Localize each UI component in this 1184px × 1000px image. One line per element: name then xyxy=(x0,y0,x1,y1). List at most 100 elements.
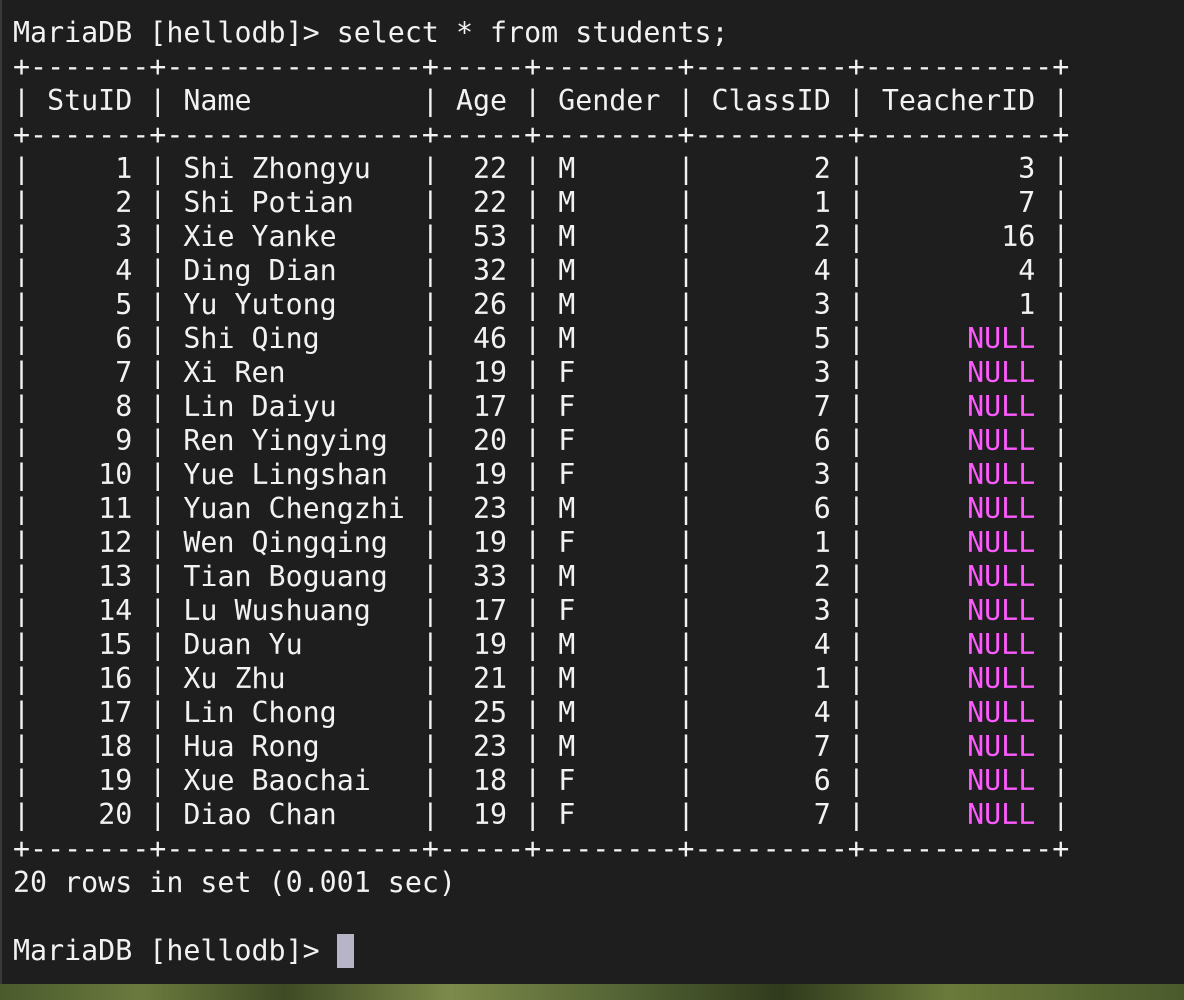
cell-teacherid: NULL xyxy=(967,696,1036,729)
cell-age: 21 xyxy=(473,662,508,695)
cell-teacherid: NULL xyxy=(967,764,1036,797)
cell-stuid: 1 xyxy=(115,152,133,185)
cell-stuid: 7 xyxy=(115,356,133,389)
table-border-header: +-------+---------------+-----+--------+… xyxy=(13,118,1070,151)
cell-age: 22 xyxy=(473,152,508,185)
cell-gender: F xyxy=(558,356,576,389)
cell-classid: 1 xyxy=(813,526,831,559)
cell-stuid: 14 xyxy=(98,594,133,627)
cell-teacherid: NULL xyxy=(967,662,1036,695)
cell-classid: 3 xyxy=(813,594,831,627)
cell-gender: M xyxy=(558,730,576,763)
cell-teacherid: NULL xyxy=(967,390,1036,423)
cell-gender: F xyxy=(558,526,576,559)
text-cursor xyxy=(336,934,354,968)
cell-gender: M xyxy=(558,560,576,593)
cell-gender: M xyxy=(558,152,576,185)
cell-age: 20 xyxy=(473,424,508,457)
table-row: | 7 | Xi Ren | 19 | F | 3 | NULL | xyxy=(13,356,1070,389)
cell-age: 53 xyxy=(473,220,508,253)
table-header: | StuID | Name | Age | Gender | ClassID … xyxy=(13,84,1070,117)
cell-gender: F xyxy=(558,390,576,423)
cell-classid: 3 xyxy=(813,356,831,389)
cell-teacherid: 7 xyxy=(1018,186,1036,219)
cell-name: Lu Wushuang xyxy=(183,594,371,627)
cell-name: Xie Yanke xyxy=(183,220,337,253)
cell-stuid: 8 xyxy=(115,390,133,423)
cell-name: Xu Zhu xyxy=(183,662,286,695)
cell-teacherid: 3 xyxy=(1018,152,1036,185)
cell-name: Yu Yutong xyxy=(183,288,337,321)
table-row: | 3 | Xie Yanke | 53 | M | 2 | 16 | xyxy=(13,220,1070,253)
table-row: | 9 | Ren Yingying | 20 | F | 6 | NULL | xyxy=(13,424,1070,457)
cell-stuid: 4 xyxy=(115,254,133,287)
cell-age: 19 xyxy=(473,458,508,491)
cell-stuid: 11 xyxy=(98,492,133,525)
cell-stuid: 18 xyxy=(98,730,133,763)
cell-gender: M xyxy=(558,220,576,253)
cell-stuid: 15 xyxy=(98,628,133,661)
cell-classid: 4 xyxy=(813,696,831,729)
cell-gender: M xyxy=(558,492,576,525)
table-row: | 1 | Shi Zhongyu | 22 | M | 2 | 3 | xyxy=(13,152,1070,185)
cell-stuid: 3 xyxy=(115,220,133,253)
cell-stuid: 19 xyxy=(98,764,133,797)
cell-classid: 7 xyxy=(813,798,831,831)
table-row: | 4 | Ding Dian | 32 | M | 4 | 4 | xyxy=(13,254,1070,287)
table-row: | 5 | Yu Yutong | 26 | M | 3 | 1 | xyxy=(13,288,1070,321)
cell-name: Ding Dian xyxy=(183,254,337,287)
cell-gender: M xyxy=(558,322,576,355)
table-row: | 19 | Xue Baochai | 18 | F | 6 | NULL | xyxy=(13,764,1070,797)
cell-stuid: 17 xyxy=(98,696,133,729)
table-row: | 8 | Lin Daiyu | 17 | F | 7 | NULL | xyxy=(13,390,1070,423)
cell-stuid: 10 xyxy=(98,458,133,491)
cell-classid: 6 xyxy=(813,764,831,797)
table-row: | 18 | Hua Rong | 23 | M | 7 | NULL | xyxy=(13,730,1070,763)
cell-name: Lin Chong xyxy=(183,696,337,729)
cell-age: 19 xyxy=(473,628,508,661)
input-line[interactable]: MariaDB [hellodb]> xyxy=(13,934,354,968)
cell-name: Xue Baochai xyxy=(183,764,371,797)
cell-age: 32 xyxy=(473,254,508,287)
cell-name: Wen Qingqing xyxy=(183,526,388,559)
cell-classid: 4 xyxy=(813,628,831,661)
cell-teacherid: 16 xyxy=(1001,220,1036,253)
cell-gender: M xyxy=(558,696,576,729)
cell-gender: M xyxy=(558,662,576,695)
cell-stuid: 20 xyxy=(98,798,133,831)
cell-name: Duan Yu xyxy=(183,628,303,661)
cell-gender: F xyxy=(558,424,576,457)
cell-age: 23 xyxy=(473,730,508,763)
terminal-window[interactable]: MariaDB [hellodb]> select * from student… xyxy=(0,0,1184,984)
table-row: | 16 | Xu Zhu | 21 | M | 1 | NULL | xyxy=(13,662,1070,695)
command-text: select * from students; xyxy=(336,16,729,49)
cell-name: Xi Ren xyxy=(183,356,286,389)
cell-teacherid: NULL xyxy=(967,560,1036,593)
cell-stuid: 13 xyxy=(98,560,133,593)
cell-age: 46 xyxy=(473,322,508,355)
table-row: | 10 | Yue Lingshan | 19 | F | 3 | NULL … xyxy=(13,458,1070,491)
cell-age: 26 xyxy=(473,288,508,321)
cell-teacherid: NULL xyxy=(967,322,1036,355)
cell-stuid: 12 xyxy=(98,526,133,559)
cell-teacherid: NULL xyxy=(967,628,1036,661)
cell-gender: F xyxy=(558,594,576,627)
cell-classid: 7 xyxy=(813,390,831,423)
cell-stuid: 16 xyxy=(98,662,133,695)
cell-gender: M xyxy=(558,186,576,219)
cell-name: Shi Qing xyxy=(183,322,320,355)
cell-name: Tian Boguang xyxy=(183,560,388,593)
cell-teacherid: NULL xyxy=(967,526,1036,559)
table-row: | 20 | Diao Chan | 19 | F | 7 | NULL | xyxy=(13,798,1070,831)
cell-classid: 1 xyxy=(813,662,831,695)
cell-teacherid: NULL xyxy=(967,594,1036,627)
table-row: | 12 | Wen Qingqing | 19 | F | 1 | NULL … xyxy=(13,526,1070,559)
cell-age: 19 xyxy=(473,798,508,831)
result-summary: 20 rows in set (0.001 sec) xyxy=(13,866,456,899)
cell-classid: 7 xyxy=(813,730,831,763)
desktop-wallpaper-strip xyxy=(0,984,1184,1000)
cell-age: 18 xyxy=(473,764,508,797)
cell-name: Shi Potian xyxy=(183,186,354,219)
cell-classid: 6 xyxy=(813,492,831,525)
cell-name: Diao Chan xyxy=(183,798,337,831)
